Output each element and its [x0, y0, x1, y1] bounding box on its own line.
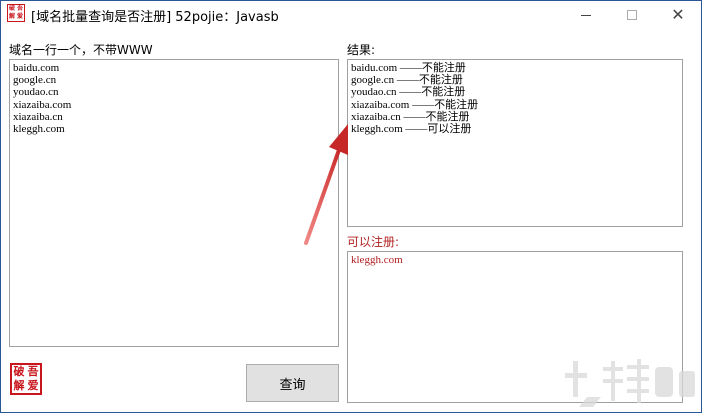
result-line: google.cn ——不能注册 [351, 74, 463, 87]
maximize-button[interactable] [609, 1, 655, 29]
app-window: 破 吾 解 爱 [域名批量查询是否注册] 52pojie：Javasb ✕ 域名… [0, 0, 702, 413]
maximize-icon [627, 10, 637, 20]
result-line: kleggh.com ——可以注册 [351, 123, 472, 136]
result-line: xiazaiba.com ——不能注册 [351, 98, 479, 111]
minimize-button[interactable] [563, 1, 609, 29]
minimize-icon [581, 14, 591, 16]
result-line: baidu.com ——不能注册 [351, 62, 466, 74]
available-line: kleggh.com [351, 254, 403, 266]
result-line: youdao.cn ——不能注册 [351, 86, 466, 99]
close-icon: ✕ [671, 5, 685, 24]
result-line: xiazaiba.cn ——不能注册 [351, 110, 470, 123]
input-label: 域名一行一个，不带WWW [9, 43, 153, 57]
input-line: baidu.com [13, 62, 60, 74]
input-line: google.cn [13, 74, 57, 87]
app-icon: 破 吾 解 爱 [7, 4, 25, 22]
input-line: youdao.cn [13, 86, 59, 99]
close-button[interactable]: ✕ [655, 1, 701, 29]
input-line: xiazaiba.cn [13, 110, 63, 123]
logo-seal: 破 吾 解 爱 [10, 363, 42, 395]
input-line: kleggh.com [13, 123, 65, 136]
title-bar[interactable]: 破 吾 解 爱 [域名批量查询是否注册] 52pojie：Javasb ✕ [1, 1, 701, 29]
window-title: [域名批量查询是否注册] 52pojie：Javasb [31, 10, 279, 25]
results-label: 结果: [347, 43, 376, 57]
domain-input-textarea[interactable]: baidu.com google.cn youdao.cn xiazaiba.c… [9, 59, 339, 347]
input-line: xiazaiba.com [13, 98, 72, 111]
watermark-logo-icon [565, 359, 695, 407]
annotation-arrow-icon [304, 124, 348, 245]
results-textarea[interactable]: baidu.com ——不能注册 google.cn ——不能注册 youdao… [347, 59, 683, 227]
query-button[interactable]: 查询 [246, 364, 339, 402]
